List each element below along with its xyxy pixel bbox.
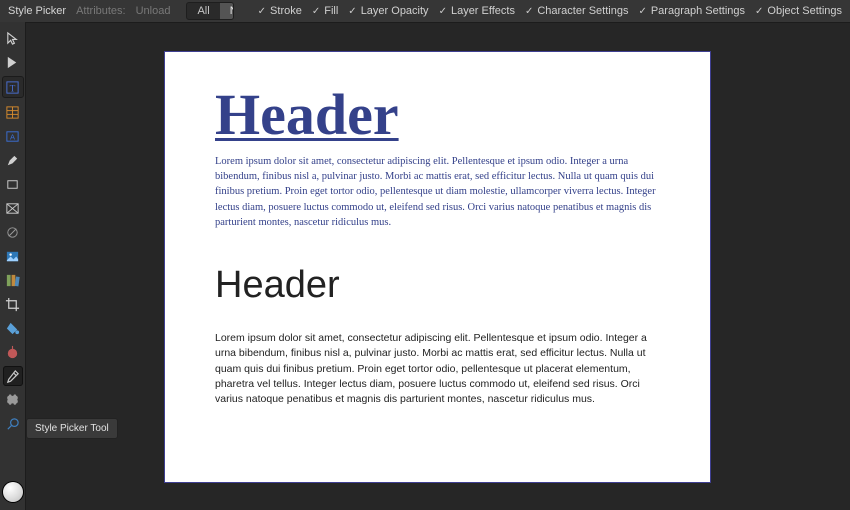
styled-body[interactable]: Lorem ipsum dolor sit amet, consectetur … [215,154,660,230]
options-bar: Style Picker Attributes: Unload All None… [0,0,850,23]
place-image-tool-icon[interactable] [3,246,23,266]
transparency-tool-icon[interactable] [3,342,23,362]
all-button[interactable]: All [187,3,219,19]
artistic-text-tool-icon[interactable]: T [2,76,24,98]
unload-button[interactable]: Unload [136,5,171,17]
svg-text:T: T [10,84,16,94]
check-fill[interactable]: Fill [312,5,338,17]
rectangle-tool-icon[interactable] [3,174,23,194]
page-content: Header Lorem ipsum dolor sit amet, conse… [165,52,710,427]
check-paragraph-settings[interactable]: Paragraph Settings [638,5,745,17]
frame-text-tool-icon[interactable]: A [3,126,23,146]
tool-strip: T A [0,22,26,510]
stock-tool-icon[interactable] [3,270,23,290]
svg-text:A: A [10,132,15,141]
tool-label: Style Picker [8,5,66,17]
check-stroke[interactable]: Stroke [258,5,302,17]
none-button[interactable]: None [220,3,234,19]
move-tool-icon[interactable] [3,28,23,48]
ellipse-tool-icon[interactable] [3,222,23,242]
all-none-segment: All None [186,2,234,20]
pen-tool-icon[interactable] [3,150,23,170]
fill-tool-icon[interactable] [3,318,23,338]
check-character-settings[interactable]: Character Settings [525,5,629,17]
zoom-tool-icon[interactable] [3,414,23,434]
crop-tool-icon[interactable] [3,294,23,314]
plain-header[interactable]: Header [215,264,660,307]
check-object-settings[interactable]: Object Settings [755,5,842,17]
styled-header[interactable]: Header [215,86,660,144]
color-swatch[interactable] [3,482,23,502]
plain-body[interactable]: Lorem ipsum dolor sit amet, consectetur … [215,331,660,407]
check-layer-effects[interactable]: Layer Effects [439,5,515,17]
picture-frame-tool-icon[interactable] [3,198,23,218]
style-picker-tool-icon[interactable] [3,366,23,386]
canvas-viewport[interactable]: Header Lorem ipsum dolor sit amet, conse… [25,22,850,510]
table-tool-icon[interactable] [3,102,23,122]
tooltip: Style Picker Tool [26,418,118,439]
view-tool-icon[interactable] [3,390,23,410]
page[interactable]: Header Lorem ipsum dolor sit amet, conse… [165,52,710,482]
check-layer-opacity[interactable]: Layer Opacity [348,5,428,17]
node-tool-icon[interactable] [3,52,23,72]
attributes-label: Attributes: [76,5,126,17]
